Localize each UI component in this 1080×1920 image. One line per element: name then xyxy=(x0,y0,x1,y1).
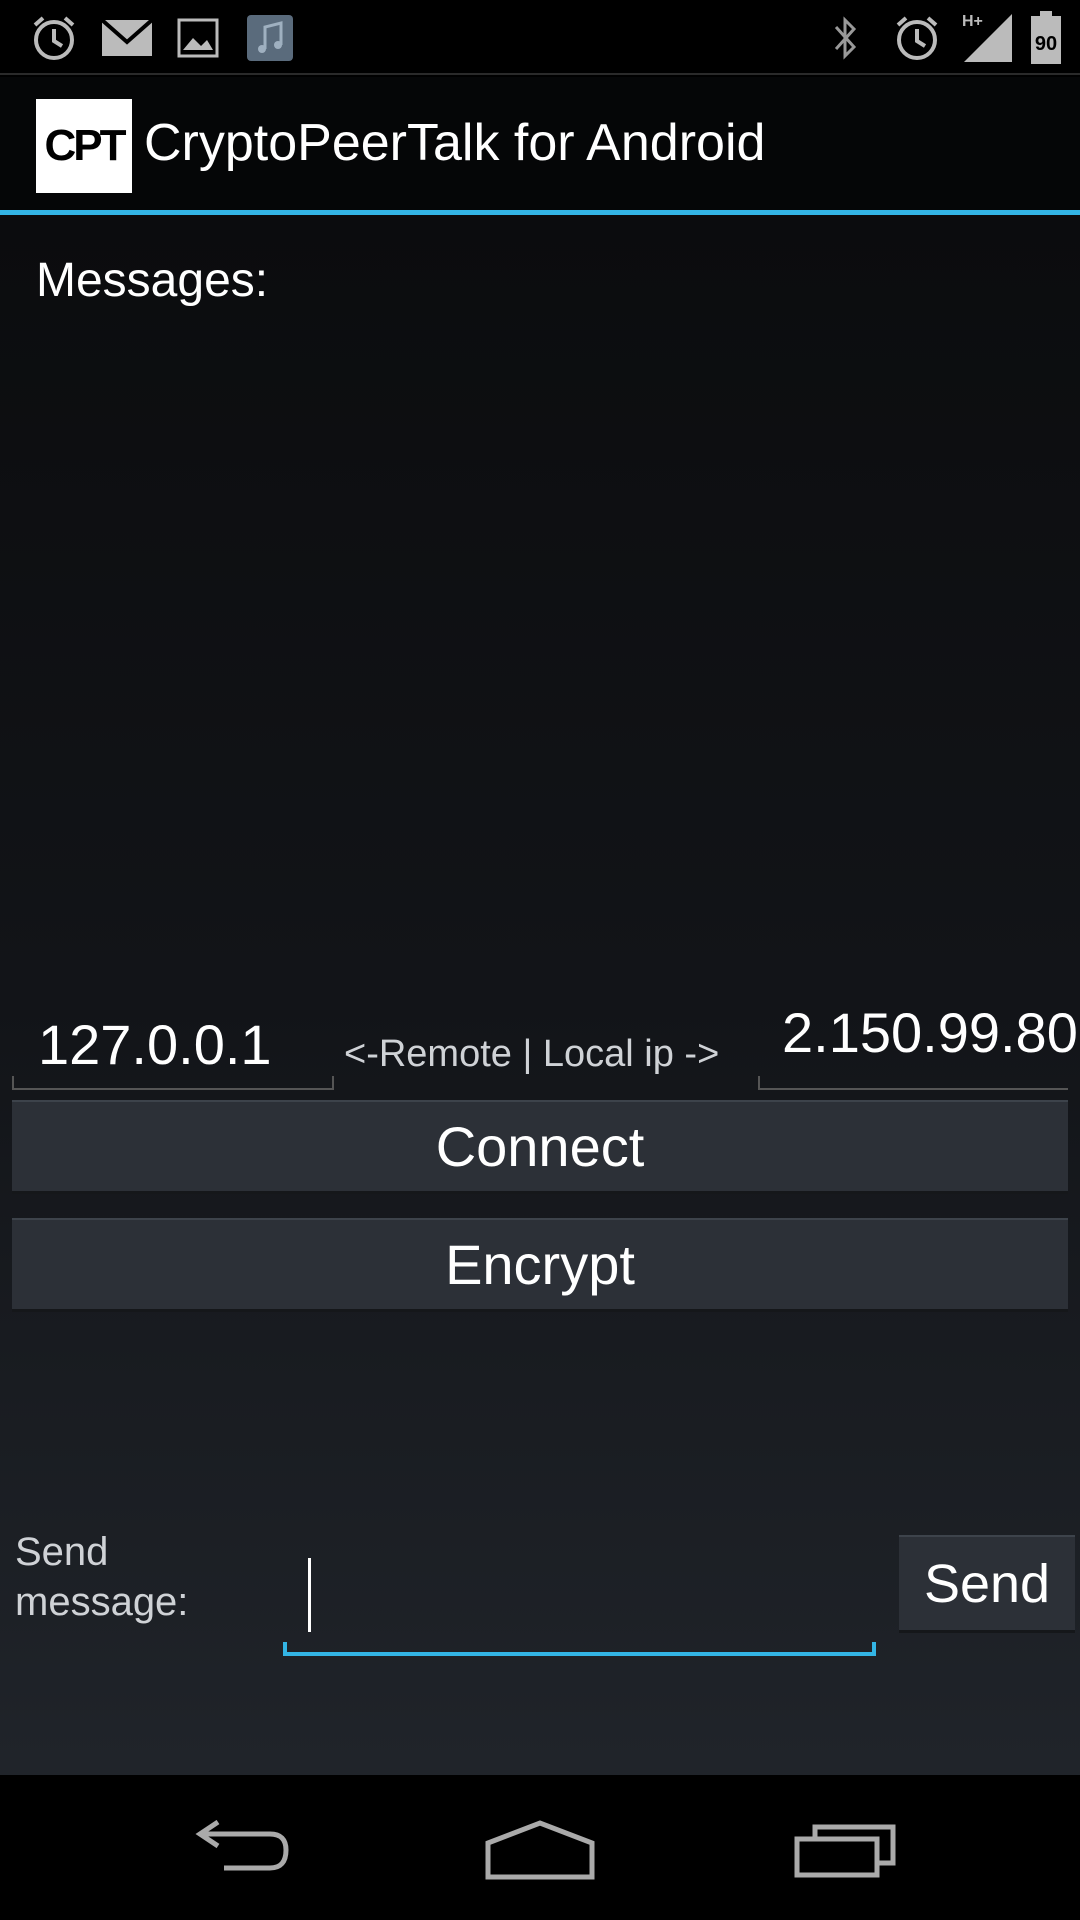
action-bar: CPT CryptoPeerTalk for Android xyxy=(0,77,1080,215)
main-content: Messages: 127.0.0.1 <-Remote | Local ip … xyxy=(0,215,1080,1775)
send-message-label: Send message: xyxy=(15,1527,235,1627)
text-caret xyxy=(308,1558,311,1632)
connect-button[interactable]: Connect xyxy=(12,1100,1068,1194)
alarm-icon xyxy=(26,10,82,66)
gmail-icon xyxy=(100,10,154,66)
bluetooth-icon xyxy=(826,10,864,66)
alarm-icon xyxy=(890,10,944,66)
remote-ip-field[interactable]: 127.0.0.1 xyxy=(12,1000,334,1090)
message-input[interactable] xyxy=(283,1558,876,1656)
music-icon xyxy=(242,10,298,66)
navigation-bar xyxy=(0,1775,1080,1920)
back-icon[interactable] xyxy=(170,1805,310,1895)
send-button[interactable]: Send xyxy=(899,1535,1075,1633)
signal-icon: H+ xyxy=(960,10,1016,66)
encrypt-button[interactable]: Encrypt xyxy=(12,1218,1068,1312)
local-ip-value: 2.150.99.80 xyxy=(782,1000,1078,1064)
network-type-label: H+ xyxy=(962,13,983,30)
battery-icon: 90 xyxy=(1028,10,1064,66)
local-ip-field[interactable]: 2.150.99.80 xyxy=(758,1000,1078,1090)
app-logo: CPT xyxy=(36,99,132,193)
app-title: CryptoPeerTalk for Android xyxy=(144,114,766,172)
status-bar: H+ 90 xyxy=(0,0,1080,75)
gallery-icon xyxy=(175,10,221,66)
recents-icon[interactable] xyxy=(775,1805,915,1895)
battery-level: 90 xyxy=(1035,33,1057,55)
app-logo-text: CPT xyxy=(44,121,127,170)
messages-label: Messages: xyxy=(36,254,269,307)
ip-separator-label: <-Remote | Local ip -> xyxy=(344,1032,720,1075)
remote-ip-value: 127.0.0.1 xyxy=(38,1012,272,1076)
home-icon[interactable] xyxy=(470,1805,610,1895)
send-message-label-text: Send message: xyxy=(15,1530,189,1624)
